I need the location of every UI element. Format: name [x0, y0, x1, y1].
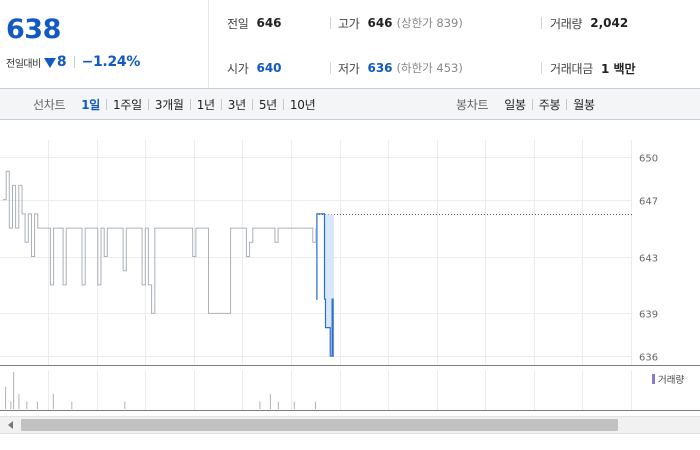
tab-line-2[interactable]: 3개월	[149, 96, 190, 113]
stat-label: 거래대금	[550, 61, 593, 76]
stat-low: 저가 636 (하한가 453)	[338, 58, 463, 78]
candle-chart-tabs: 봉차트 일봉 주봉 월봉	[456, 89, 601, 119]
change-value: 8	[56, 54, 67, 70]
stat-open: 시가 640	[227, 58, 282, 78]
chart-svg: 650 647 643 639 636	[0, 140, 700, 411]
y-tick-label: 647	[639, 197, 658, 208]
current-price: 638	[6, 14, 61, 45]
y-tick-label: 639	[639, 310, 658, 321]
tab-candle-0[interactable]: 일봉	[498, 96, 531, 113]
change-row: 전일대비 8 −1.24%	[6, 52, 140, 72]
tab-candle-2[interactable]: 월봉	[567, 96, 600, 113]
y-tick-label: 650	[639, 154, 658, 165]
volume-legend-swatch	[652, 374, 655, 384]
change-label: 전일대비	[6, 58, 41, 70]
chevron-left-icon	[7, 421, 13, 429]
stat-label: 거래량	[550, 16, 583, 31]
lower-limit: (하한가 453)	[396, 61, 463, 75]
stat-label: 시가	[227, 61, 249, 76]
tab-line-3[interactable]: 1년	[191, 96, 221, 113]
stat-value: 2,042	[590, 16, 629, 30]
y-tick-label: 643	[639, 254, 658, 265]
stat-volume: 거래량 2,042	[550, 13, 628, 33]
scrollbar-thumb[interactable]	[21, 419, 618, 431]
tab-line-1[interactable]: 1주일	[107, 96, 148, 113]
stat-value: 1 백만	[600, 61, 636, 76]
line-chart-tabs: 선차트 1일 1주일 3개월 1년 3년 5년 10년	[33, 89, 321, 119]
y-tick-label: 636	[639, 353, 658, 364]
price-box: 638 전일대비 8 −1.24%	[0, 0, 209, 88]
change-percent: −1.24%	[81, 54, 141, 70]
stat-label: 저가	[338, 61, 360, 76]
tab-candle-1[interactable]: 주봉	[533, 96, 566, 113]
series-line-previous	[3, 170, 317, 314]
stat-value: 640	[256, 61, 282, 75]
divider	[330, 17, 331, 29]
line-chart-label: 선차트	[33, 97, 66, 112]
volume-legend: 거래량	[652, 372, 684, 386]
divider	[73, 56, 75, 68]
stat-amount: 거래대금 1 백만	[550, 58, 636, 78]
scrollbar-track[interactable]	[0, 416, 700, 434]
tab-line-6[interactable]: 10년	[284, 96, 321, 113]
stat-prev-close: 전일 646	[227, 13, 282, 33]
chart-scrollbar[interactable]	[0, 412, 700, 438]
down-triangle-icon	[43, 57, 56, 68]
stat-label: 전일	[227, 16, 249, 31]
volume-legend-label: 거래량	[658, 375, 685, 386]
tab-line-5[interactable]: 5년	[253, 96, 283, 113]
upper-limit: (상한가 839)	[396, 16, 463, 30]
stat-value: 646	[256, 16, 282, 30]
divider	[330, 62, 331, 74]
stat-value: 636	[367, 61, 393, 75]
tab-line-0[interactable]: 1일	[75, 96, 106, 113]
stat-label: 고가	[338, 16, 360, 31]
price-chart: 650 647 643 639 636 거래량	[0, 120, 700, 412]
divider	[541, 62, 542, 74]
chart-tab-bar: 선차트 1일 1주일 3개월 1년 3년 5년 10년 봉차트 일봉 주봉 월봉	[0, 89, 700, 120]
stat-value: 646	[367, 16, 393, 30]
scroll-left-button[interactable]	[0, 417, 20, 433]
stat-high: 고가 646 (상한가 839)	[338, 13, 463, 33]
candle-chart-label: 봉차트	[456, 97, 489, 112]
tab-line-4[interactable]: 3년	[222, 96, 252, 113]
quote-panel: 638 전일대비 8 −1.24% 전일 646 고가 646 (상한가 839…	[0, 0, 700, 89]
divider	[541, 17, 542, 29]
